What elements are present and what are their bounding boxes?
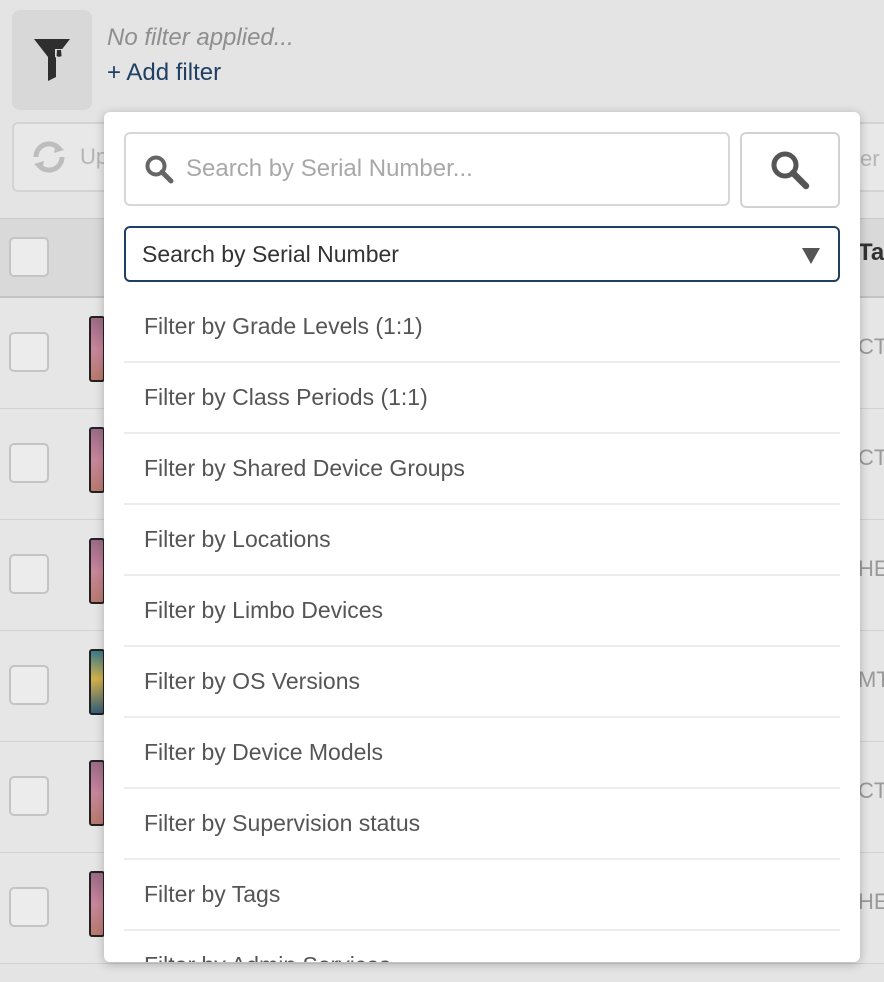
row-checkbox[interactable] — [9, 887, 49, 927]
row-checkbox[interactable] — [9, 776, 49, 816]
filter-option-shared-device-groups[interactable]: Filter by Shared Device Groups — [124, 434, 840, 505]
device-thumbnail — [89, 649, 105, 715]
search-mode-selected: Search by Serial Number — [142, 240, 399, 267]
filter-option-class-periods[interactable]: Filter by Class Periods (1:1) — [124, 363, 840, 434]
row-tag: CTI — [858, 778, 884, 803]
filter-options-list: Filter by Grade Levels (1:1) Filter by C… — [124, 292, 840, 962]
device-thumbnail — [89, 427, 105, 493]
search-input[interactable] — [186, 155, 706, 183]
search-icon — [771, 151, 810, 190]
filter-option-supervision-status[interactable]: Filter by Supervision status — [124, 789, 840, 860]
filter-option-device-models[interactable]: Filter by Device Models — [124, 718, 840, 789]
row-checkbox[interactable] — [9, 332, 49, 372]
filter-option-grade-levels[interactable]: Filter by Grade Levels (1:1) — [124, 292, 840, 363]
add-filter-popover: Search by Serial Number Filter by Grade … — [104, 112, 860, 962]
toolbar-button-right-label: er — [860, 146, 880, 171]
filter-button[interactable] — [12, 10, 92, 110]
filter-option-admin-services[interactable]: Filter by Admin Services — [124, 931, 840, 962]
row-checkbox[interactable] — [9, 443, 49, 483]
row-tag: MTI — [858, 667, 884, 692]
tags-column-header[interactable]: Tag — [858, 239, 884, 267]
refresh-icon — [33, 141, 65, 173]
row-tag: CTI — [858, 334, 884, 359]
search-field[interactable] — [124, 132, 730, 206]
row-tag: HES — [858, 556, 884, 581]
search-icon — [145, 155, 174, 184]
search-mode-select[interactable]: Search by Serial Number — [124, 226, 840, 282]
dropdown-arrow-icon — [802, 248, 820, 264]
filter-option-tags[interactable]: Filter by Tags — [124, 860, 840, 931]
select-all-checkbox[interactable] — [9, 237, 49, 277]
row-checkbox[interactable] — [9, 554, 49, 594]
add-filter-link[interactable]: + Add filter — [107, 59, 221, 87]
row-tag: HES — [858, 889, 884, 914]
search-button[interactable] — [740, 132, 840, 208]
row-checkbox[interactable] — [9, 665, 49, 705]
device-thumbnail — [89, 538, 105, 604]
filter-option-os-versions[interactable]: Filter by OS Versions — [124, 647, 840, 718]
filter-option-limbo-devices[interactable]: Filter by Limbo Devices — [124, 576, 840, 647]
filter-status-text: No filter applied... — [107, 24, 294, 51]
device-thumbnail — [89, 316, 105, 382]
row-tag: CTI — [858, 445, 884, 470]
device-thumbnail — [89, 871, 105, 937]
device-thumbnail — [89, 760, 105, 826]
funnel-icon — [34, 39, 70, 81]
filter-option-locations[interactable]: Filter by Locations — [124, 505, 840, 576]
